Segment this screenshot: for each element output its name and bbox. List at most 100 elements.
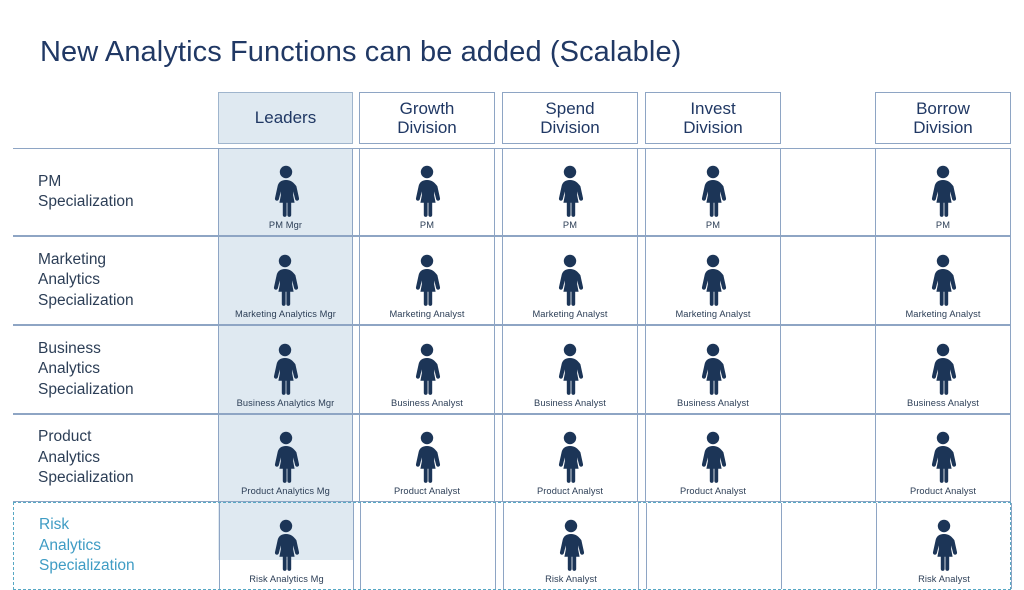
role-figure: Risk Analytics Mg [249,503,324,584]
role-figure: Marketing Analytics Mgr [235,237,336,319]
person-figure-icon [701,343,727,395]
role-label: Product Analyst [679,486,747,496]
role-label: Business Analyst [391,398,463,408]
cell-pm-borrow[interactable]: PM [875,149,1011,235]
row-label-line: Specialization [38,291,134,309]
person-figure-icon [558,165,584,217]
role-label: Product Analytics Mg [241,486,330,496]
row-label-product: Product Analytics Specialization [13,415,219,501]
person-figure-icon [931,254,957,306]
person-figure-icon [415,431,441,483]
row-label-line: Business [38,339,101,357]
role-figure: PM [926,149,960,230]
column-header-spend[interactable]: Spend Division [502,92,638,144]
column-header-label: Leaders [254,108,317,128]
cell-business-borrow[interactable]: Business Analyst [875,326,1011,413]
person-figure-icon [932,519,958,571]
row-label-line: Specialization [38,469,134,487]
cell-marketing-spend[interactable]: Marketing Analyst [502,237,638,324]
matrix-row-pm: PM Specialization PM Mgr PM PM PM PM [13,148,1011,236]
role-figure: Risk Analyst [918,503,970,584]
cell-pm-growth[interactable]: PM [359,149,495,235]
cell-pm-spend[interactable]: PM [502,149,638,235]
role-label: Product Analyst [536,486,604,496]
role-figure: PM [696,149,730,230]
person-figure-icon [931,431,957,483]
column-header-label: Spend Division [540,98,600,137]
row-label-line: Analytics [38,360,101,378]
row-label-line: Risk [39,516,70,534]
role-figure: Business Analyst [907,326,979,408]
row-label-marketing: Marketing Analytics Specialization [13,237,219,324]
row-label-line: Product [38,428,92,446]
role-figure: Business Analyst [677,326,749,408]
cell-business-invest[interactable]: Business Analyst [645,326,781,413]
role-figure: Business Analyst [391,326,463,408]
matrix-header-row: Leaders Growth Division Spend Division Invest… [13,92,1011,144]
cell-pm-invest[interactable]: PM [645,149,781,235]
role-figure: Product Analyst [680,415,746,496]
cell-risk-growth[interactable] [360,503,496,589]
row-label-risk: Risk Analytics Specialization [14,503,220,589]
person-figure-icon [275,519,300,571]
row-label-line: Specialization [38,380,134,398]
column-header-label: Borrow Division [913,98,973,137]
cell-pm-leaders[interactable]: PM Mgr [218,149,353,235]
person-figure-icon [559,519,585,571]
role-label: Marketing Analyst [532,309,608,319]
role-figure: Marketing Analyst [905,237,980,319]
matrix-row-product: Product Analytics Specialization Product An… [13,414,1011,502]
role-label: Risk Analytics Mg [249,574,324,584]
role-label: Risk Analyst [918,574,970,584]
row-label-line: Specialization [39,557,135,575]
cell-product-leaders[interactable]: Product Analytics Mg [218,415,353,501]
cell-marketing-invest[interactable]: Marketing Analyst [645,237,781,324]
role-label: Product Analyst [393,486,461,496]
cell-business-spend[interactable]: Business Analyst [502,326,638,413]
person-figure-icon [274,431,299,483]
person-figure-icon [274,165,299,217]
row-label-line: Analytics [38,448,101,466]
cell-product-invest[interactable]: Product Analyst [645,415,781,501]
cell-business-leaders[interactable]: Business Analytics Mgr [218,326,353,413]
role-label: Risk Analyst [545,574,597,584]
cell-risk-leaders[interactable]: Risk Analytics Mg [219,503,354,589]
person-figure-icon [701,254,727,306]
column-header-growth[interactable]: Growth Division [359,92,495,144]
cell-marketing-borrow[interactable]: Marketing Analyst [875,237,1011,324]
cell-marketing-growth[interactable]: Marketing Analyst [359,237,495,324]
role-label: Business Analyst [534,398,606,408]
role-figure: Product Analyst [910,415,976,496]
role-label: Business Analyst [677,398,749,408]
person-figure-icon [274,343,299,395]
cell-risk-invest[interactable] [646,503,782,589]
column-header-borrow[interactable]: Borrow Division [875,92,1011,144]
role-figure: Marketing Analyst [532,237,607,319]
role-figure: Marketing Analyst [389,237,464,319]
person-figure-icon [558,254,584,306]
cell-marketing-gap [788,237,888,324]
role-label: Marketing Analyst [675,309,751,319]
role-label: PM [562,220,578,230]
cell-product-growth[interactable]: Product Analyst [359,415,495,501]
column-header-leaders[interactable]: Leaders [218,92,353,144]
column-header-label: Growth Division [397,98,457,137]
cell-product-spend[interactable]: Product Analyst [502,415,638,501]
cell-business-growth[interactable]: Business Analyst [359,326,495,413]
matrix-row-marketing: Marketing Analytics Specialization Marketin… [13,236,1011,325]
row-label-line: Specialization [38,193,134,210]
role-figure: PM [553,149,587,230]
role-figure: Business Analytics Mgr [237,326,335,408]
role-figure: Marketing Analyst [675,237,750,319]
cell-product-borrow[interactable]: Product Analyst [875,415,1011,501]
role-label: Product Analyst [909,486,977,496]
person-figure-icon [931,165,957,217]
cell-risk-borrow[interactable]: Risk Analyst [876,503,1012,589]
cell-marketing-leaders[interactable]: Marketing Analytics Mgr [218,237,353,324]
row-label-line: Marketing [38,250,107,268]
role-label: PM [705,220,721,230]
role-label: PM [935,220,951,230]
cell-risk-spend[interactable]: Risk Analyst [503,503,639,589]
column-header-invest[interactable]: Invest Division [645,92,781,144]
scalability-matrix: Leaders Growth Division Spend Division Invest… [13,92,1012,590]
